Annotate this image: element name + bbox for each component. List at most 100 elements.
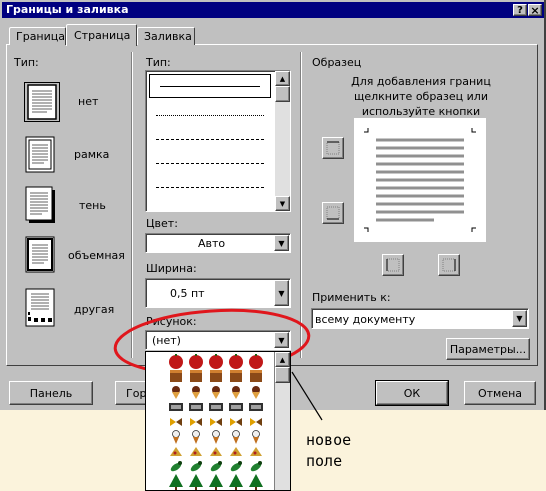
scroll-thumb[interactable] bbox=[275, 86, 290, 102]
width-value: 0,5 пт bbox=[170, 287, 205, 300]
art-lizards-icon bbox=[230, 461, 242, 472]
tab-shading[interactable]: Заливка bbox=[137, 27, 195, 45]
art-cakes-icon bbox=[170, 370, 182, 382]
art-lizards-icon bbox=[170, 461, 182, 472]
tab-page[interactable]: Страница bbox=[66, 24, 137, 46]
art-slices-icon bbox=[210, 447, 222, 456]
line-style-list[interactable]: ▲ ▼ bbox=[145, 70, 291, 212]
art-bows-icon bbox=[250, 418, 262, 426]
width-dropdown[interactable]: 0,5 пт ▼ bbox=[145, 278, 291, 308]
color-dropdown-button[interactable]: ▼ bbox=[274, 235, 289, 251]
cancel-button[interactable]: Отмена bbox=[464, 381, 536, 405]
art-cakes-icon bbox=[190, 370, 202, 382]
line-sample-dashed-1 bbox=[156, 139, 264, 140]
width-label: Ширина: bbox=[146, 262, 197, 275]
page-3d-icon bbox=[24, 236, 58, 274]
left-border-button[interactable] bbox=[382, 254, 404, 276]
line-style-scrollbar[interactable]: ▲ ▼ bbox=[275, 71, 290, 211]
art-scroll-thumb[interactable] bbox=[275, 367, 290, 383]
tab-page-label: Страница bbox=[74, 29, 131, 42]
art-cakes-icon bbox=[250, 370, 262, 382]
art-ice-cream-cones-icon bbox=[232, 386, 240, 399]
window-title: Границы и заливка bbox=[6, 3, 129, 16]
art-ice-cream-cones-icon bbox=[212, 386, 220, 399]
art-cones-icon bbox=[192, 430, 200, 444]
chevron-down-icon: ▼ bbox=[516, 314, 523, 323]
close-button[interactable]: × bbox=[528, 3, 542, 17]
apply-to-dropdown[interactable]: всему документу ▼ bbox=[311, 308, 529, 329]
art-christmas-trees-icon bbox=[209, 474, 223, 490]
art-scrollbar[interactable]: ▲ bbox=[274, 352, 290, 490]
art-candy-boxes-icon bbox=[189, 403, 203, 411]
chevron-down-icon: ▼ bbox=[278, 238, 285, 248]
art-apples-icon bbox=[169, 354, 183, 369]
ok-button[interactable]: ОК bbox=[375, 380, 449, 406]
art-candy-boxes-icon bbox=[229, 403, 243, 411]
preview-label: Образец bbox=[312, 56, 362, 69]
style-section-label: Тип: bbox=[146, 56, 171, 69]
page-shadow-icon bbox=[24, 186, 58, 224]
width-dropdown-button[interactable]: ▼ bbox=[274, 280, 289, 306]
art-slices-icon bbox=[190, 447, 202, 456]
art-cones-icon bbox=[232, 430, 240, 444]
preview-page[interactable] bbox=[354, 118, 486, 242]
art-bows-icon bbox=[190, 418, 202, 426]
art-candy-boxes-icon bbox=[209, 403, 223, 411]
color-value: Авто bbox=[198, 237, 226, 250]
art-apples-icon bbox=[249, 354, 263, 369]
cancel-button-label: Отмена bbox=[477, 386, 523, 400]
help-button[interactable]: ? bbox=[513, 4, 527, 16]
right-border-button[interactable] bbox=[438, 254, 460, 276]
art-cones-icon bbox=[212, 430, 220, 444]
title-bar: Границы и заливка ? × bbox=[2, 2, 544, 18]
panel-button[interactable]: Панель bbox=[9, 381, 93, 405]
art-christmas-trees-icon bbox=[249, 474, 263, 490]
art-slices-icon bbox=[230, 447, 242, 456]
line-style-none[interactable] bbox=[149, 74, 271, 98]
bottom-border-button[interactable] bbox=[322, 202, 344, 224]
color-dropdown[interactable]: Авто ▼ bbox=[145, 233, 291, 253]
art-bows-icon bbox=[210, 418, 222, 426]
annotation-line-2: поле bbox=[306, 452, 343, 470]
art-cones-icon bbox=[252, 430, 260, 444]
setting-box-label: рамка bbox=[74, 148, 110, 161]
close-icon: × bbox=[530, 3, 540, 17]
options-button[interactable]: Параметры... bbox=[446, 338, 530, 360]
tab-border[interactable]: Граница bbox=[9, 27, 66, 45]
setting-none-label: нет bbox=[78, 95, 99, 108]
art-apples-icon bbox=[229, 354, 243, 369]
art-cones-icon bbox=[172, 430, 180, 444]
top-border-button[interactable] bbox=[322, 137, 344, 159]
tab-shading-label: Заливка bbox=[144, 30, 192, 43]
setting-3d[interactable]: объемная bbox=[24, 236, 144, 276]
art-christmas-trees-icon bbox=[169, 474, 183, 490]
art-apples-icon bbox=[189, 354, 203, 369]
apply-to-dropdown-button[interactable]: ▼ bbox=[512, 310, 527, 327]
line-sample-dash-dot bbox=[156, 187, 264, 188]
scroll-up-button[interactable]: ▲ bbox=[275, 71, 290, 86]
setting-shadow[interactable]: тень bbox=[24, 186, 132, 226]
art-lizards-icon bbox=[190, 461, 202, 472]
setting-none[interactable]: нет bbox=[24, 82, 132, 122]
art-ice-cream-cones-icon bbox=[192, 386, 200, 399]
art-christmas-trees-icon bbox=[189, 474, 203, 490]
setting-3d-label: объемная bbox=[68, 249, 125, 262]
options-button-label: Параметры... bbox=[449, 342, 527, 356]
scroll-down-button[interactable]: ▼ bbox=[275, 196, 290, 211]
apply-to-value: всему документу bbox=[315, 313, 416, 326]
arrow-up-icon: ▲ bbox=[279, 355, 286, 364]
setting-shadow-label: тень bbox=[79, 199, 106, 212]
line-sample-dashed-2 bbox=[156, 163, 264, 164]
annotation-pointer bbox=[291, 371, 323, 421]
help-icon: ? bbox=[517, 4, 523, 16]
panel-button-label: Панель bbox=[29, 386, 73, 400]
line-sample-dotted bbox=[156, 115, 264, 116]
setting-box[interactable]: рамка bbox=[24, 136, 132, 176]
tab-border-label: Граница bbox=[16, 30, 66, 43]
chevron-down-icon: ▼ bbox=[278, 288, 285, 298]
art-scroll-up-button[interactable]: ▲ bbox=[275, 352, 290, 367]
art-slices-icon bbox=[170, 447, 182, 456]
art-dropdown-list[interactable]: ▲ bbox=[145, 351, 291, 491]
art-ice-cream-cones-icon bbox=[252, 386, 260, 399]
art-ice-cream-cones-icon bbox=[172, 386, 180, 399]
